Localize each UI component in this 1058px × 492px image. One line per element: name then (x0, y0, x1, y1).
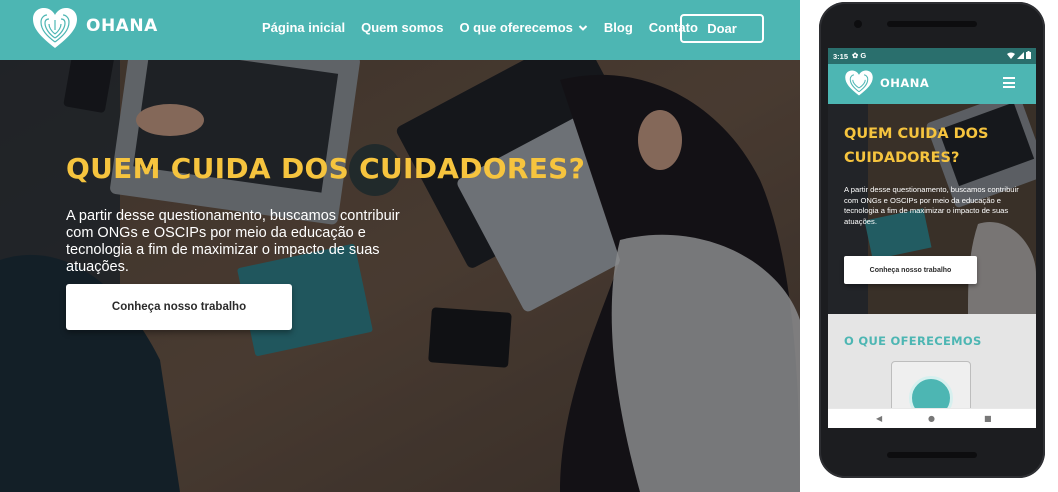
know-our-work-button[interactable]: Conheça nosso trabalho (66, 284, 292, 330)
nav-home[interactable]: Página inicial (262, 20, 345, 35)
nav-blog[interactable]: Blog (604, 20, 633, 35)
status-notification-icons: ✿ G (852, 51, 867, 60)
section-title: O QUE OFERECEMOS (844, 334, 982, 348)
phone-bottom-speaker (887, 452, 977, 458)
hero-title: QUEM CUIDA DOS CUIDADORES? (66, 152, 586, 185)
mobile-navbar: OHANA (828, 64, 1036, 104)
phone-camera (854, 20, 862, 28)
signal-icon (1017, 51, 1024, 59)
desktop-preview: OHANA Página inicial Quem somos O que of… (0, 0, 800, 492)
nav-services[interactable]: O que oferecemos (459, 20, 588, 35)
status-right-icons (1007, 51, 1031, 59)
android-nav-bar: ◀ ● ■ (828, 408, 1036, 428)
nav-about[interactable]: Quem somos (361, 20, 443, 35)
know-our-work-button[interactable]: Conheça nosso trabalho (844, 256, 977, 284)
heart-logo-icon[interactable] (844, 69, 874, 97)
stage: OHANA Página inicial Quem somos O que of… (0, 0, 1058, 492)
recents-icon[interactable]: ■ (984, 415, 992, 423)
brand-name[interactable]: OHANA (86, 16, 158, 36)
wifi-icon (1007, 52, 1015, 59)
home-icon[interactable]: ● (928, 415, 935, 423)
hero-section: QUEM CUIDA DOS CUIDADORES? A partir dess… (0, 60, 800, 492)
phone-screen: 3:15 ✿ G OHANA QUEM CUIDA DOS CUIDADORES… (828, 48, 1036, 428)
hero-title: QUEM CUIDA DOS CUIDADORES? (844, 126, 989, 166)
phone-preview: 3:15 ✿ G OHANA QUEM CUIDA DOS CUIDADORES… (819, 2, 1045, 478)
hero-dark-overlay (0, 60, 800, 492)
main-menu: Página inicial Quem somos O que oferecem… (262, 20, 714, 35)
chevron-down-icon (578, 24, 588, 31)
phone-speaker (887, 21, 977, 27)
status-time: 3:15 (833, 52, 849, 61)
services-section: O QUE OFERECEMOS (828, 314, 1036, 421)
mobile-hero-section: QUEM CUIDA DOS CUIDADORES? A partir dess… (828, 104, 1036, 314)
heart-logo-icon[interactable] (31, 6, 79, 50)
back-icon[interactable]: ◀ (876, 415, 882, 423)
donate-button[interactable]: Doar (680, 14, 764, 43)
battery-icon (1026, 51, 1031, 59)
brand-name[interactable]: OHANA (880, 76, 929, 90)
hero-description: A partir desse questionamento, buscamos … (844, 185, 1019, 226)
hamburger-menu-icon[interactable] (1003, 77, 1015, 88)
phone-status-bar: 3:15 ✿ G (828, 48, 1036, 64)
top-navbar: OHANA Página inicial Quem somos O que of… (0, 0, 800, 60)
nav-services-label: O que oferecemos (459, 20, 573, 35)
hero-description: A partir desse questionamento, buscamos … (66, 208, 400, 275)
